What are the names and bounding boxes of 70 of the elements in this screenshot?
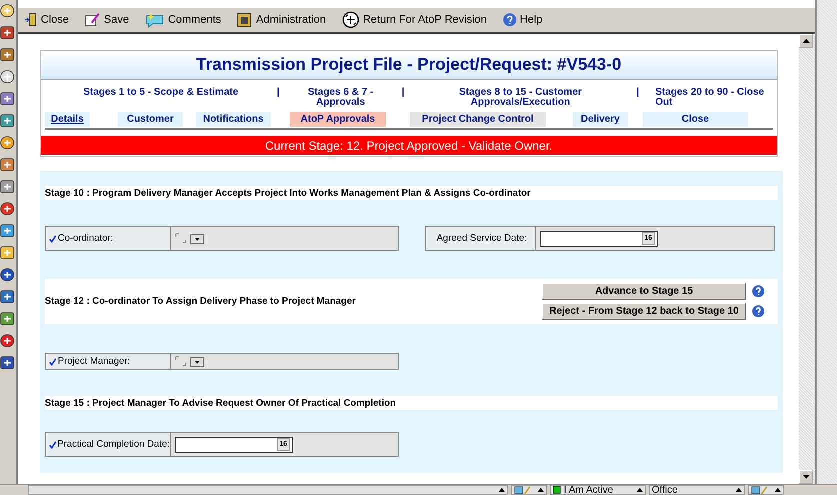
exit-door-icon xyxy=(24,13,38,27)
app-icon[interactable] xyxy=(0,355,16,371)
app-icon[interactable] xyxy=(0,245,16,261)
field-label: Agreed Service Date: xyxy=(426,227,536,250)
dropdown-arrow-icon[interactable] xyxy=(538,488,544,492)
app-icon[interactable] xyxy=(0,47,16,63)
toolbar-button[interactable]: Administration xyxy=(237,12,326,28)
separator: | xyxy=(276,88,281,98)
tab[interactable]: Delivery xyxy=(573,112,628,127)
stage-heading: Stage 10 : Program Delivery Manager Accepts Project Into Works Management Plan & Assigns Co-ordinator xyxy=(45,188,531,198)
speech-bubble-icon xyxy=(145,12,166,28)
toolbar-button[interactable]: Close xyxy=(24,13,70,27)
dropdown-arrow-icon[interactable] xyxy=(499,488,505,492)
app-icon[interactable] xyxy=(0,3,16,19)
dropdown-arrow-icon[interactable] xyxy=(637,488,643,492)
status-dropdown[interactable] xyxy=(748,485,784,495)
dropdown-field[interactable] xyxy=(175,356,207,368)
app-icon[interactable] xyxy=(0,25,16,41)
stage-group-label: Stages 20 to 90 - Close Out xyxy=(655,88,766,108)
chart-pencil-icon xyxy=(751,486,769,494)
help-icon[interactable] xyxy=(752,305,765,318)
status-dropdown[interactable]: Office xyxy=(649,485,745,495)
chart-pencil-icon xyxy=(514,486,532,494)
stage-group-label: Stages 8 to 15 - Customer Approvals/Execution xyxy=(458,88,584,108)
app-icon[interactable] xyxy=(0,113,16,129)
stage-action-button[interactable]: Reject - From Stage 12 back to Stage 10 xyxy=(542,303,746,320)
app-icon[interactable] xyxy=(0,69,16,85)
current-stage-banner: Current Stage: 12. Project Approved - Validate Owner. xyxy=(41,136,777,155)
toolbar-button[interactable]: Save xyxy=(85,13,130,27)
page-title: Transmission Project File - Project/Request: #V543-0 xyxy=(41,51,777,80)
up-arrow-icon xyxy=(802,39,810,43)
stage-action-button[interactable]: Advance to Stage 15 xyxy=(542,283,746,300)
app-icon[interactable] xyxy=(0,179,16,195)
dropdown-field[interactable] xyxy=(175,232,207,244)
down-arrow-icon xyxy=(802,475,810,479)
field-label: Project Manager: xyxy=(58,356,130,367)
status-dropdown[interactable]: I Am Active xyxy=(550,485,646,495)
separator: | xyxy=(636,88,640,98)
app-icon[interactable] xyxy=(0,91,16,107)
app-icon[interactable] xyxy=(0,311,16,327)
app-icon[interactable] xyxy=(0,289,16,305)
toolbar-button[interactable]: Help xyxy=(503,13,543,27)
tab[interactable]: Close xyxy=(643,112,748,127)
stage-group-label: Stages 6 & 7 - Approvals xyxy=(307,88,375,108)
app-icon[interactable] xyxy=(0,135,16,151)
separator: | xyxy=(400,88,406,98)
stage-heading: Stage 12 : Co-ordinator To Assign Delivery Phase to Project Manager xyxy=(45,296,356,307)
field-label: Co-ordinator: xyxy=(58,233,114,244)
toolbar-button[interactable]: Comments xyxy=(145,12,222,28)
status-dropdown[interactable] xyxy=(511,485,547,495)
help-icon[interactable] xyxy=(752,285,765,298)
field-label: Practical Completion Date: xyxy=(58,439,170,450)
toolbar-button[interactable]: Return For AtoP Revision xyxy=(342,11,488,29)
app-icon[interactable] xyxy=(0,223,16,239)
app-icon[interactable] xyxy=(0,267,16,283)
tab[interactable]: Notifications xyxy=(196,112,271,127)
dropdown-arrow-icon[interactable] xyxy=(736,488,742,492)
tab[interactable]: Details xyxy=(45,112,90,127)
scrollbar[interactable] xyxy=(799,34,815,484)
help-icon xyxy=(503,13,518,27)
app-icon[interactable] xyxy=(0,333,16,349)
pencil-note-icon xyxy=(85,13,102,27)
app-icon[interactable] xyxy=(0,201,16,217)
tab[interactable]: Customer xyxy=(118,112,183,127)
app-icon[interactable] xyxy=(0,157,16,173)
dropdown-arrow-icon[interactable] xyxy=(775,488,781,492)
status-square-icon xyxy=(553,486,561,494)
stage-group-label: Stages 1 to 5 - Scope & Estimate xyxy=(82,88,240,98)
tab[interactable]: AtoP Approvals xyxy=(290,112,386,127)
stage-heading: Stage 15 : Project Manager To Advise Request Owner Of Practical Completion xyxy=(45,398,396,408)
